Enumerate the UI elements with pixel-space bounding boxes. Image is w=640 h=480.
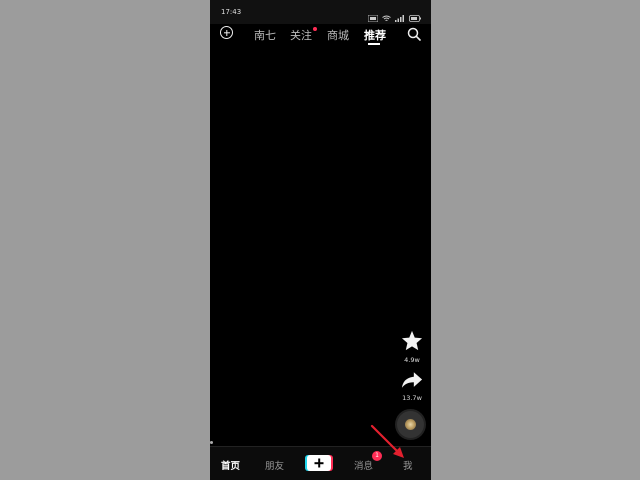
add-circle-icon[interactable] [220,26,233,39]
tab-recommended[interactable]: 推荐 [364,27,386,43]
create-button[interactable] [307,455,331,471]
video-progress-indicator [210,441,213,444]
share-action[interactable]: 13.7w [397,371,427,402]
search-icon[interactable] [407,26,421,41]
nav-home[interactable]: 首页 [221,458,240,472]
active-tab-indicator [368,43,380,45]
annotation-arrow-icon [370,424,404,458]
tab-mall[interactable]: 商城 [327,27,349,43]
tab-nanqi[interactable]: 南七 [254,27,276,43]
top-nav: 南七 关注 商城 推荐 [210,24,431,46]
tab-following[interactable]: 关注 [290,27,312,43]
nav-friends[interactable]: 朋友 [265,458,284,472]
favorite-action[interactable]: 4.9w [397,330,427,364]
status-bar: 17:43 [210,0,431,24]
phone-screen: 17:43 南七 关注 商城 推荐 4.9w 13.7w 首页 朋友 消息 1 … [210,0,431,480]
favorite-count: 4.9w [404,356,420,364]
following-notification-dot [313,27,317,31]
share-arrow-icon[interactable] [401,372,423,393]
status-time: 17:43 [221,8,242,16]
share-count: 13.7w [402,394,422,402]
star-icon[interactable] [401,330,423,355]
